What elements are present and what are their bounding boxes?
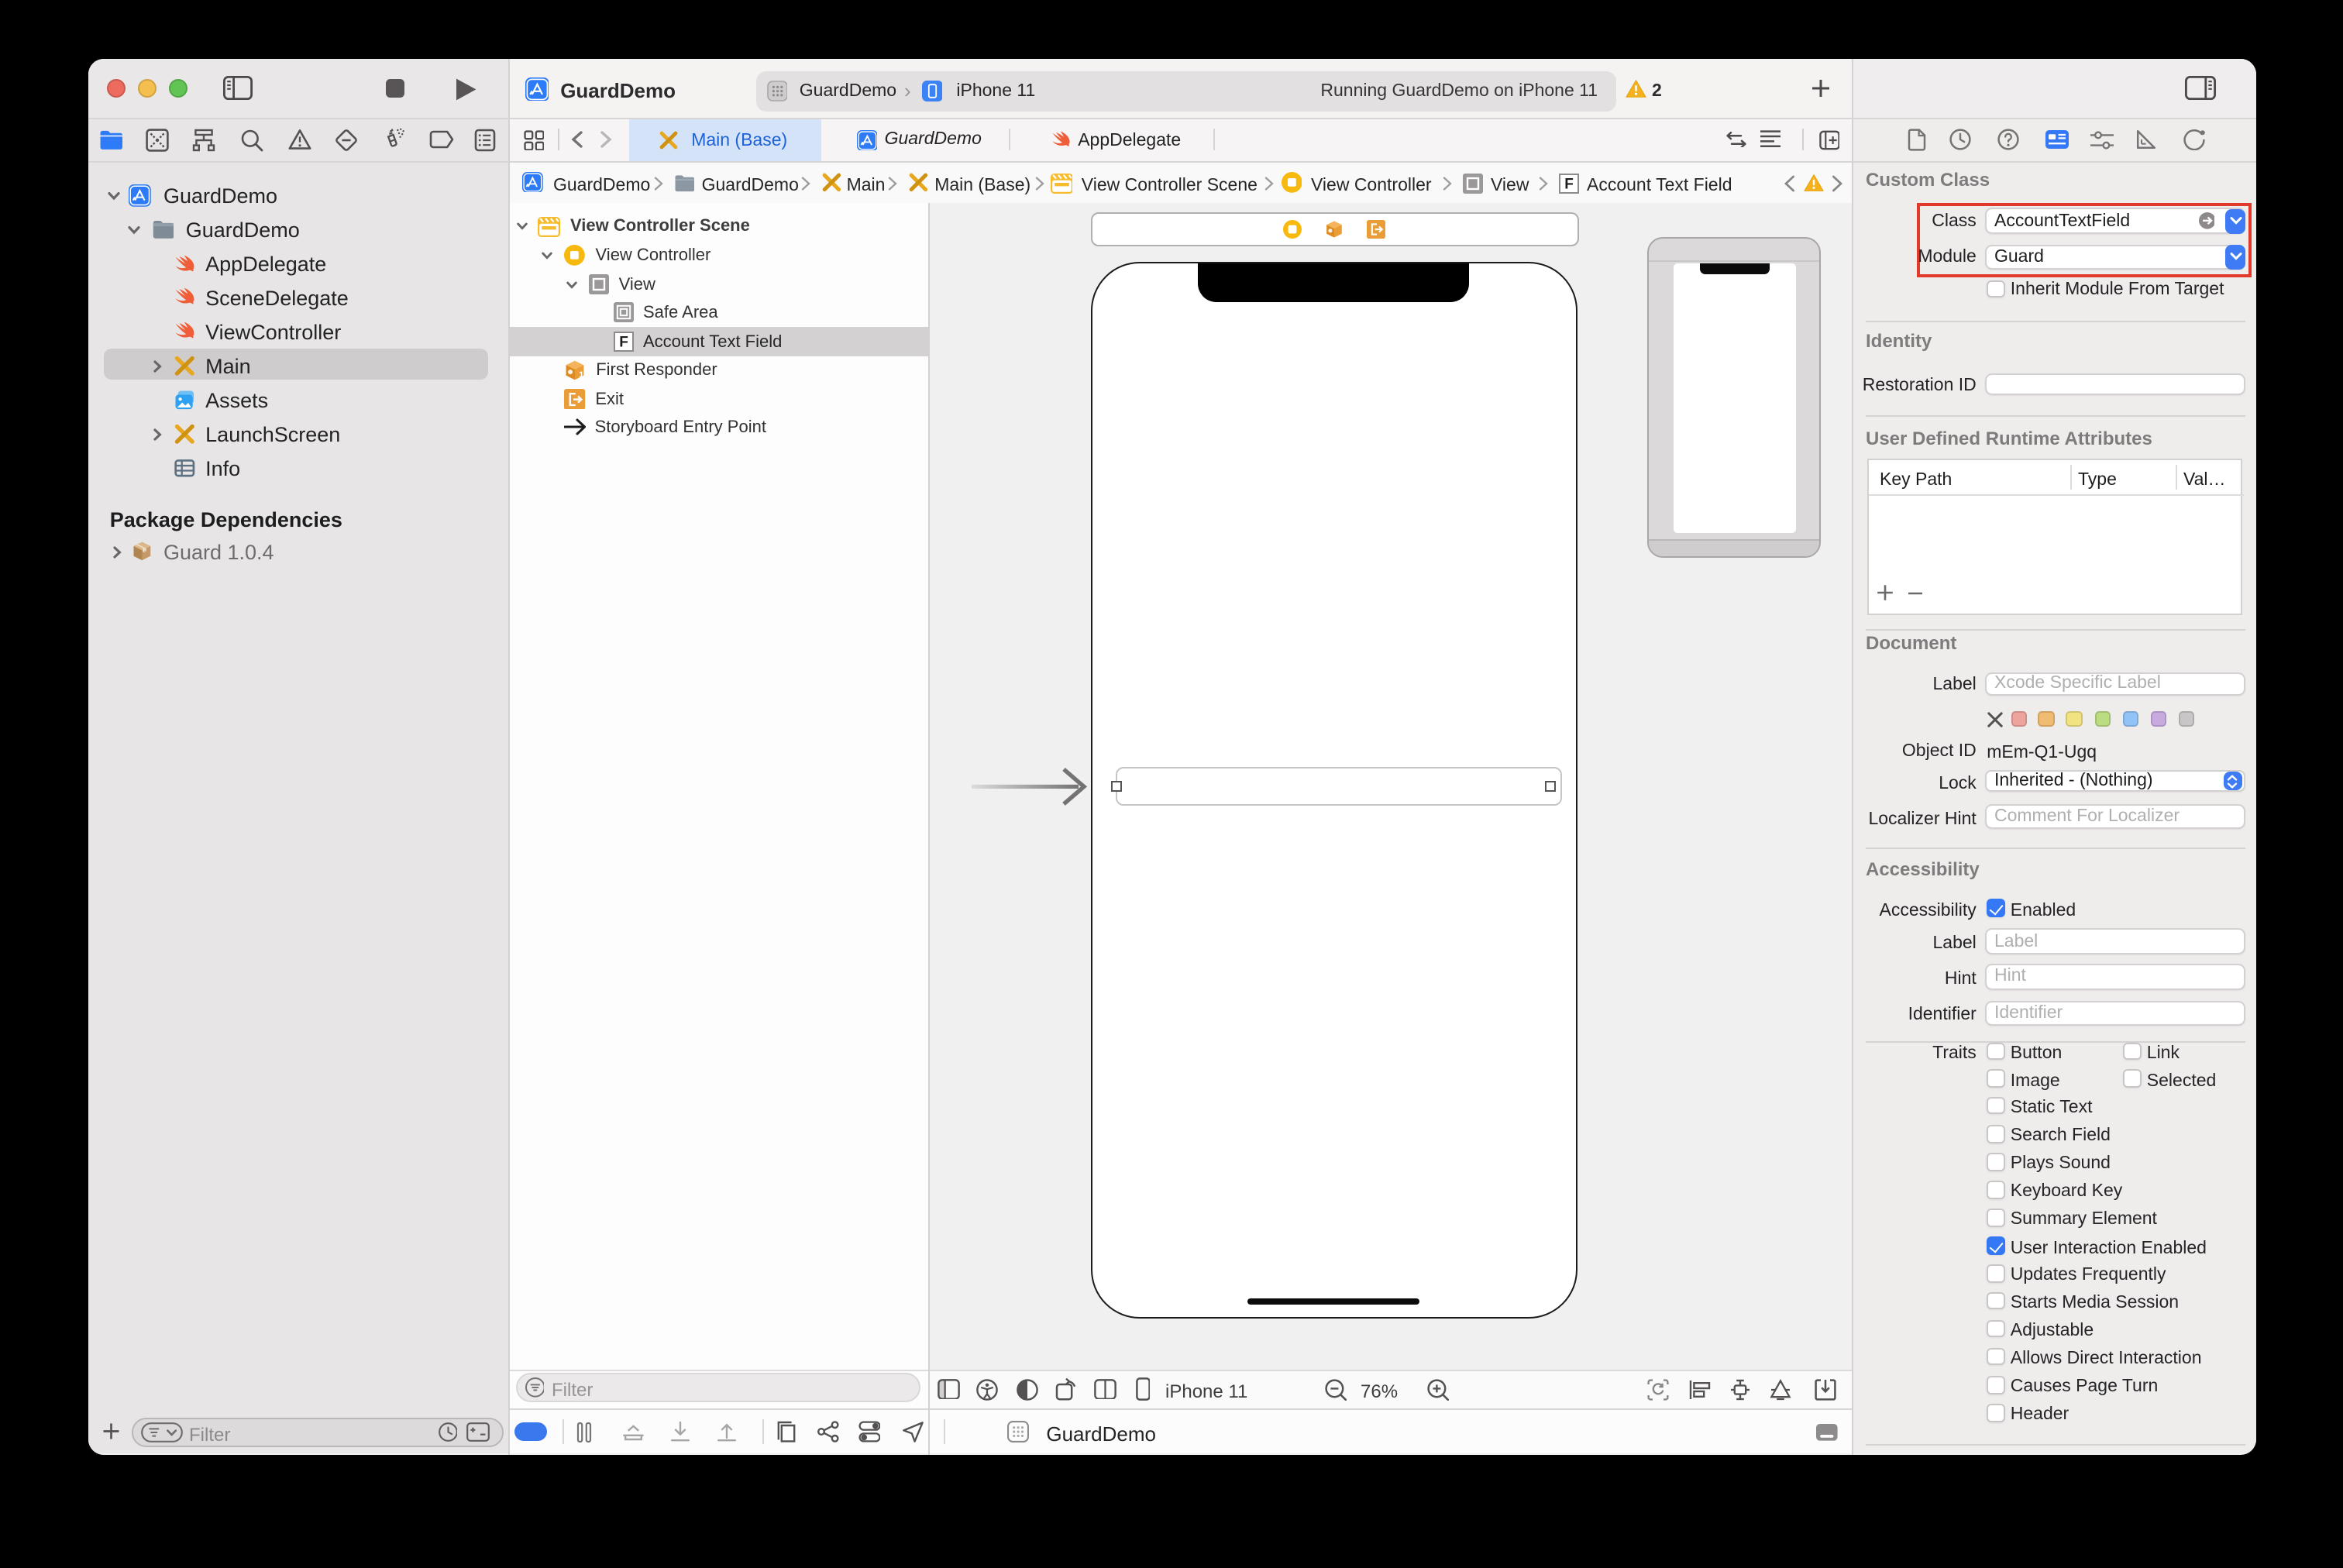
svg-text:F: F [1564, 176, 1574, 192]
svg-text:F: F [619, 335, 628, 351]
svg-text:1: 1 [580, 370, 584, 380]
